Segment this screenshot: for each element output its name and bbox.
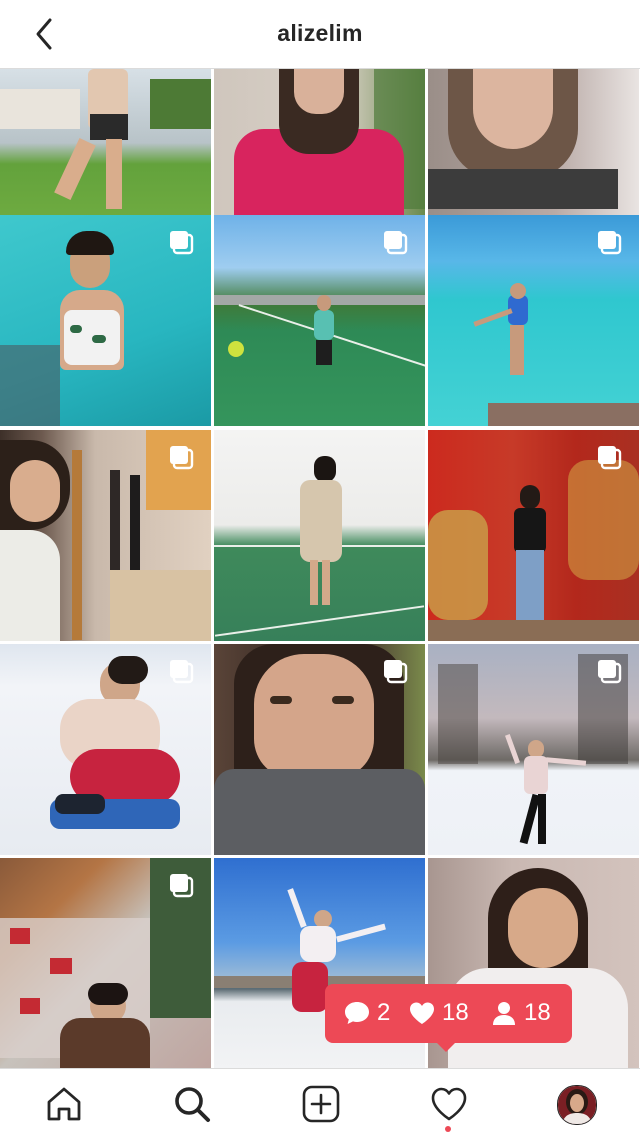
post-thumbnail[interactable] [0,858,211,1069]
profile-username: alizelim [277,20,363,46]
multiple-posts-icon [598,231,622,255]
heart-icon [410,1002,434,1024]
post-thumbnail[interactable] [214,644,425,855]
home-icon [47,1087,81,1121]
activity-indicator-dot [445,1126,451,1132]
tab-profile[interactable] [557,1085,597,1125]
comments-count: 2 [377,999,391,1026]
post-thumbnail[interactable] [0,215,211,426]
likes-count: 18 [442,999,469,1026]
top-bar: alizelim [0,0,640,69]
post-thumbnail[interactable] [0,430,211,641]
post-thumbnail[interactable] [214,215,425,426]
profile-avatar-icon [558,1086,596,1124]
multiple-posts-icon [384,660,408,684]
multiple-posts-icon [170,231,194,255]
follows-count: 18 [524,999,551,1026]
post-thumbnail[interactable] [428,215,639,426]
search-icon [175,1087,210,1122]
activity-notification-bubble[interactable]: 2 18 18 [325,984,572,1052]
post-thumbnail[interactable] [214,430,425,641]
multiple-posts-icon [170,446,194,470]
tab-home[interactable] [23,1069,103,1139]
multiple-posts-icon [384,231,408,255]
tab-search[interactable] [151,1069,231,1139]
comment-icon [345,1002,369,1024]
bubble-pointer [436,1042,456,1052]
bottom-tab-bar [0,1068,640,1139]
post-thumbnail[interactable] [0,644,211,855]
multiple-posts-icon [170,660,194,684]
multiple-posts-icon [598,446,622,470]
multiple-posts-icon [170,874,194,898]
post-thumbnail[interactable] [428,430,639,641]
multiple-posts-icon [598,660,622,684]
add-post-icon [302,1085,340,1123]
tab-new-post[interactable] [280,1069,360,1139]
heart-outline-icon [431,1087,467,1121]
photo-grid [0,69,640,1069]
post-thumbnail[interactable] [428,644,639,855]
person-icon [493,1002,515,1025]
